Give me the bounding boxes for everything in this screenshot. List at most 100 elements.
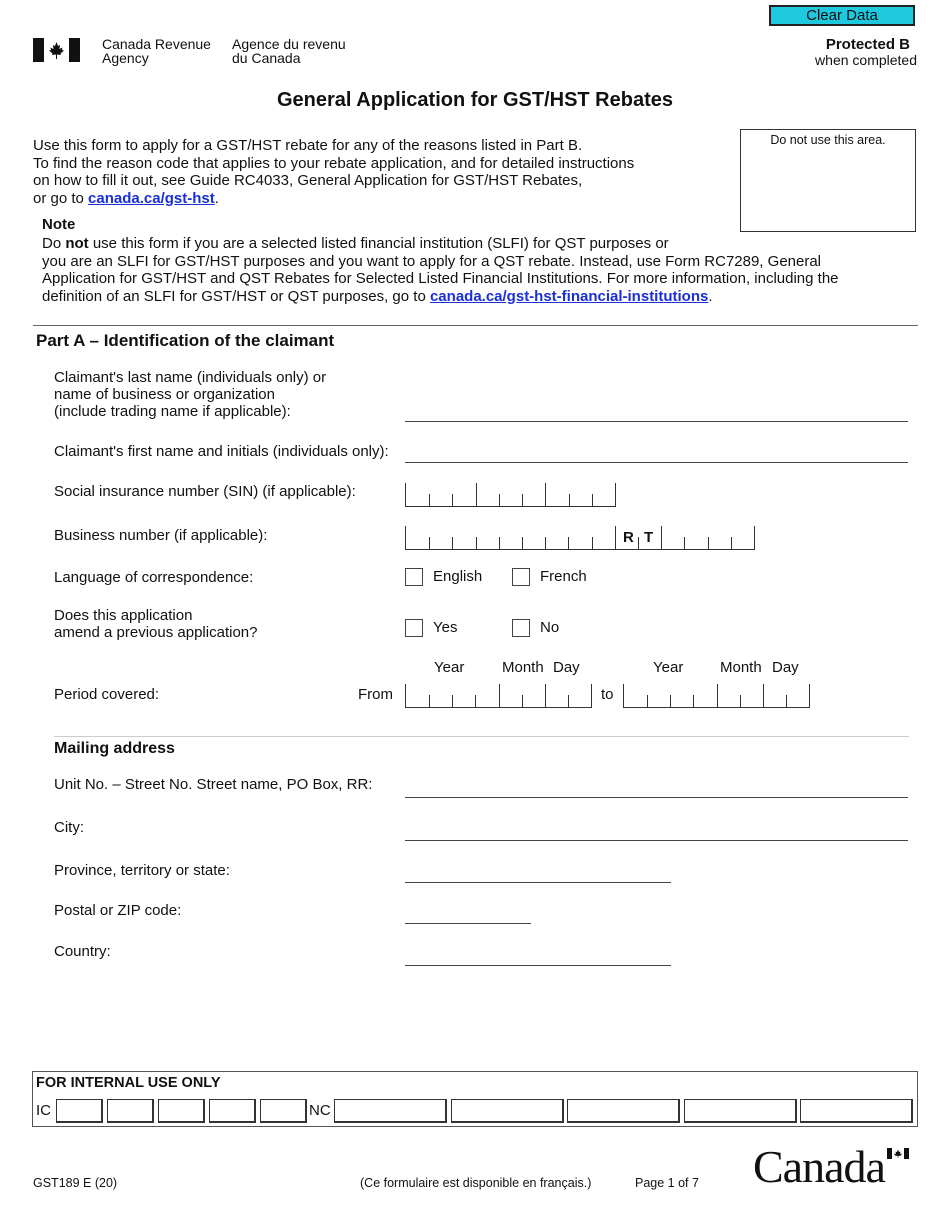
ic-label: IC: [36, 1102, 51, 1119]
nc-box[interactable]: [800, 1099, 913, 1123]
english-checkbox[interactable]: [405, 568, 423, 586]
no-label: No: [540, 619, 560, 636]
comb-divider: [522, 537, 523, 549]
comb-divider: [452, 695, 453, 707]
comb-divider: [545, 684, 546, 707]
nc-box[interactable]: [567, 1099, 680, 1123]
intro-line: Use this form to apply for a GST/HST reb…: [33, 137, 583, 154]
do-not-use-area: Do not use this area.: [740, 129, 916, 232]
ic-box[interactable]: [107, 1099, 154, 1123]
clear-data-button[interactable]: Clear Data: [769, 5, 915, 26]
page-indicator: Page 1 of 7: [635, 1176, 699, 1190]
language-label: Language of correspondence:: [54, 569, 254, 586]
comb-divider: [522, 494, 523, 506]
from-year-header: Year: [434, 659, 465, 676]
period-from-date-input[interactable]: [405, 684, 592, 708]
street-label: Unit No. – Street No. Street name, PO Bo…: [54, 776, 373, 793]
business-number-label: Business number (if applicable):: [54, 527, 268, 544]
to-label: to: [601, 686, 614, 703]
comb-divider: [568, 695, 569, 707]
note-bold: not: [65, 235, 89, 252]
label-line: amend a previous application?: [54, 624, 258, 641]
to-day-header: Day: [772, 659, 799, 676]
nc-box[interactable]: [451, 1099, 564, 1123]
note-line: you are an SLFI for GST/HST purposes and…: [42, 252, 822, 270]
period-to-date-input[interactable]: [623, 684, 810, 708]
comb-divider: [499, 537, 500, 549]
intro-line: or go to canada.ca/gst-hst.: [33, 190, 723, 208]
comb-divider: [545, 483, 546, 506]
note-line: definition of an SLFI for GST/HST or QST…: [42, 288, 922, 306]
label-line: Claimant's last name (individuals only) …: [54, 369, 327, 386]
agency-fr-line1: Agence du revenu: [232, 36, 346, 52]
canada-wordmark: Canada: [753, 1141, 886, 1192]
note-span: Do: [42, 235, 66, 252]
ic-box[interactable]: [56, 1099, 103, 1123]
intro-text: Use this form to apply for a GST/HST reb…: [33, 137, 723, 207]
comb-divider: [475, 695, 476, 707]
from-label: From: [358, 686, 393, 703]
protected-b-label: Protected B: [825, 36, 910, 53]
amend-no-checkbox[interactable]: [512, 619, 530, 637]
note-line: Do not use this form if you are a select…: [42, 235, 922, 253]
nc-box[interactable]: [684, 1099, 797, 1123]
street-input[interactable]: [405, 797, 908, 798]
comb-divider: [429, 537, 430, 549]
yes-label: Yes: [433, 619, 458, 636]
intro-line: To find the reason code that applies to …: [33, 154, 635, 172]
part-a-heading: Part A – Identification of the claimant: [36, 331, 335, 350]
postal-code-input[interactable]: [405, 923, 531, 924]
first-name-input[interactable]: [405, 462, 908, 463]
comb-divider: [592, 494, 593, 506]
note-text: Do not use this form if you are a select…: [42, 235, 922, 305]
comb-divider: [615, 526, 616, 549]
comb-divider: [568, 537, 569, 549]
gst-hst-link[interactable]: canada.ca/gst-hst: [88, 190, 215, 207]
intro-text-span: .: [214, 189, 219, 207]
protected-sub-label: when completed: [815, 52, 917, 68]
comb-divider: [684, 537, 685, 549]
period-label: Period covered:: [54, 686, 160, 703]
comb-divider: [670, 695, 671, 707]
ic-box[interactable]: [209, 1099, 256, 1123]
comb-divider: [452, 537, 453, 549]
sin-label: Social insurance number (SIN) (if applic…: [54, 483, 356, 500]
form-id: GST189 E (20): [33, 1176, 118, 1190]
comb-divider: [661, 526, 662, 549]
mailing-address-heading: Mailing address: [54, 740, 175, 757]
comb-divider: [569, 494, 570, 506]
english-label: English: [433, 568, 483, 585]
agency-name-en: Canada Revenue Agency: [102, 37, 211, 65]
bn-r-label: R: [623, 529, 634, 546]
french-checkbox[interactable]: [512, 568, 530, 586]
from-month-header: Month: [502, 659, 544, 676]
nc-box[interactable]: [334, 1099, 447, 1123]
label-line: (include trading name if applicable):: [54, 403, 291, 420]
comb-divider: [763, 684, 764, 707]
comb-divider: [429, 695, 430, 707]
amend-label: Does this application amend a previous a…: [54, 607, 257, 641]
comb-divider: [786, 695, 787, 707]
wordmark-flag-icon: [887, 1148, 909, 1159]
first-name-label: Claimant's first name and initials (indi…: [54, 443, 389, 460]
label-line: name of business or organization: [54, 386, 275, 403]
amend-yes-checkbox[interactable]: [405, 619, 423, 637]
last-name-input[interactable]: [405, 421, 908, 422]
financial-institutions-link[interactable]: canada.ca/gst-hst-financial-institutions: [430, 288, 708, 305]
province-input[interactable]: [405, 882, 671, 883]
country-label: Country:: [54, 943, 111, 960]
comb-divider: [476, 483, 477, 506]
ic-box[interactable]: [158, 1099, 205, 1123]
divider: [33, 325, 918, 326]
agency-en-line2: Agency: [102, 50, 149, 66]
city-input[interactable]: [405, 840, 908, 841]
note-heading: Note: [42, 216, 76, 233]
country-input[interactable]: [405, 965, 671, 966]
form-title: General Application for GST/HST Rebates: [277, 89, 673, 111]
internal-use-heading: FOR INTERNAL USE ONLY: [36, 1075, 221, 1091]
sin-input[interactable]: [405, 483, 616, 507]
to-month-header: Month: [720, 659, 762, 676]
nc-label: NC: [309, 1102, 331, 1119]
business-number-input[interactable]: [405, 526, 755, 550]
ic-box[interactable]: [260, 1099, 307, 1123]
